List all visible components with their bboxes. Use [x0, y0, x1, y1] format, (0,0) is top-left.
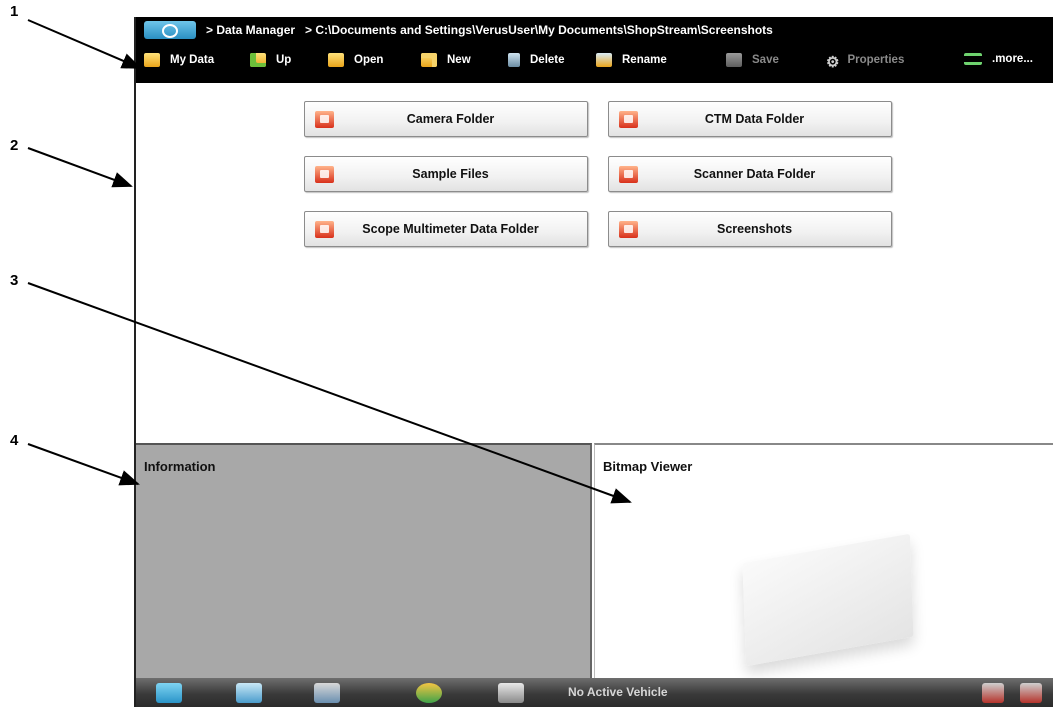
- scope-folder-icon: [315, 220, 334, 238]
- bitmap-viewer-title: Bitmap Viewer: [603, 459, 693, 474]
- new-label: New: [447, 54, 471, 66]
- callout-4: 4: [10, 432, 19, 449]
- folder-up-icon: [250, 53, 266, 67]
- device-screen: > Data Manager > C:\Documents and Settin…: [134, 17, 1053, 707]
- information-title: Information: [144, 459, 216, 474]
- scope-multimeter-folder-button[interactable]: Scope Multimeter Data Folder: [304, 211, 588, 247]
- usb-connection-icon[interactable]: [982, 683, 1004, 703]
- toolbar: My Data Up Open New Delete Rename Save ⚙: [136, 43, 1053, 83]
- folder-label: CTM Data Folder: [704, 112, 805, 126]
- toolbox-icon[interactable]: [236, 683, 262, 703]
- rename-label: Rename: [622, 54, 667, 66]
- callout-arrow-4: [27, 443, 140, 486]
- callout-arrow-2: [27, 147, 133, 188]
- information-panel: Information: [136, 443, 592, 680]
- app-logo-icon[interactable]: [144, 21, 196, 39]
- bitmap-viewer-panel: Bitmap Viewer: [594, 443, 1053, 680]
- screenshots-folder-button[interactable]: Screenshots: [608, 211, 892, 247]
- folder-label: Camera Folder: [406, 112, 495, 126]
- snapon-folder-icon: [619, 220, 638, 238]
- delete-button[interactable]: Delete: [508, 53, 565, 67]
- print-icon[interactable]: [498, 683, 524, 703]
- ctm-folder-icon: [619, 110, 638, 128]
- vehicle-status: No Active Vehicle: [568, 685, 668, 699]
- rename-button[interactable]: Rename: [596, 53, 667, 67]
- device-connection-icon[interactable]: [1020, 683, 1042, 703]
- title-bar: > Data Manager > C:\Documents and Settin…: [136, 17, 1053, 43]
- up-label: Up: [276, 54, 292, 66]
- rename-icon: [596, 53, 612, 67]
- delete-label: Delete: [530, 54, 565, 66]
- up-button[interactable]: Up: [250, 53, 291, 67]
- taskbar: No Active Vehicle: [136, 678, 1053, 707]
- open-button[interactable]: Open: [328, 53, 383, 67]
- data-manager-icon[interactable]: [314, 683, 340, 703]
- callout-2: 2: [10, 137, 19, 154]
- home-icon[interactable]: [156, 683, 182, 703]
- save-icon: [726, 53, 742, 67]
- sample-files-button[interactable]: Sample Files: [304, 156, 588, 192]
- more-button[interactable]: .more...: [964, 53, 1033, 65]
- gear-icon: ⚙: [826, 54, 840, 71]
- ctm-data-folder-button[interactable]: CTM Data Folder: [608, 101, 892, 137]
- shop-manager-icon[interactable]: [416, 683, 442, 703]
- trash-icon: [508, 53, 520, 67]
- camera-folder-button[interactable]: Camera Folder: [304, 101, 588, 137]
- folder-label: Scanner Data Folder: [693, 167, 816, 181]
- breadcrumb-app: > Data Manager: [206, 23, 296, 37]
- folder-label: Screenshots: [716, 222, 793, 236]
- folder-label: Sample Files: [412, 167, 489, 181]
- open-folder-icon: [328, 53, 344, 67]
- save-button[interactable]: Save: [726, 53, 779, 67]
- properties-label: Properties: [847, 54, 905, 66]
- more-label: .more...: [992, 53, 1033, 65]
- folder-label: Scope Multimeter Data Folder: [362, 222, 539, 236]
- scanner-data-folder-button[interactable]: Scanner Data Folder: [608, 156, 892, 192]
- folder-icon: [144, 53, 160, 67]
- open-label: Open: [354, 54, 384, 66]
- callout-arrow-1: [27, 19, 142, 69]
- bitmap-preview-placeholder: [742, 533, 914, 667]
- breadcrumb-path: > C:\Documents and Settings\VerusUser\My…: [305, 23, 773, 37]
- save-label: Save: [752, 54, 779, 66]
- callout-3: 3: [10, 272, 19, 289]
- new-folder-icon: [421, 53, 437, 67]
- camera-folder-icon: [315, 110, 334, 128]
- callout-1: 1: [10, 3, 19, 20]
- scanner-folder-icon: [619, 165, 638, 183]
- folder-list-area: Camera Folder CTM Data Folder Sample Fil…: [136, 83, 1053, 443]
- properties-button[interactable]: ⚙ Properties: [826, 53, 905, 71]
- my-data-label: My Data: [170, 54, 215, 66]
- list-menu-icon: [964, 53, 982, 65]
- my-data-button[interactable]: My Data: [144, 53, 214, 67]
- snapon-folder-icon: [315, 165, 334, 183]
- new-button[interactable]: New: [421, 53, 471, 67]
